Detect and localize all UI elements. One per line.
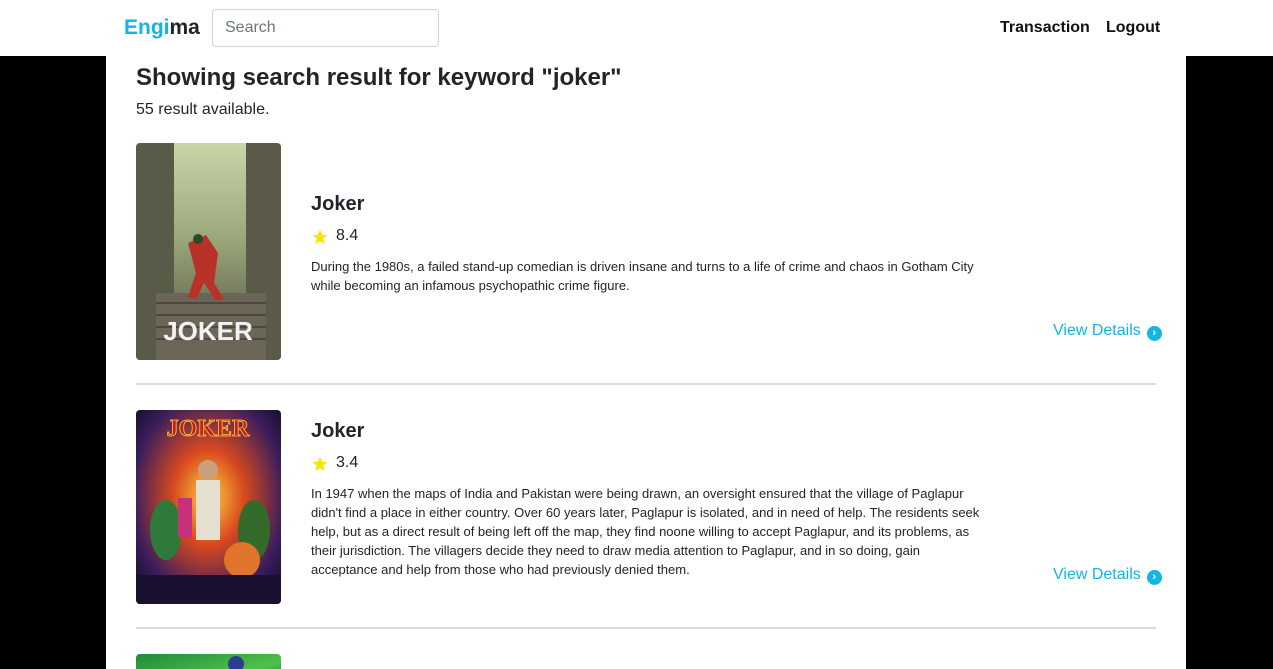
nav-transaction-link[interactable]: Transaction [1000, 18, 1090, 38]
movie-title[interactable]: Joker [311, 192, 364, 216]
rating-value: 3.4 [336, 454, 359, 471]
poster-title-text: JOKER [167, 416, 250, 442]
result-divider [136, 383, 1156, 385]
search-results-panel: Showing search result for keyword "joker… [106, 56, 1186, 669]
star-icon [312, 229, 328, 245]
view-details-label: View Details [1053, 566, 1141, 583]
brand-part-2: ma [169, 16, 200, 39]
rating-value: 8.4 [336, 227, 359, 244]
movie-title[interactable]: Joker [311, 419, 364, 443]
movie-description: In 1947 when the maps of India and Pakis… [311, 486, 980, 577]
search-input[interactable] [212, 9, 439, 47]
view-details-label: View Details [1053, 322, 1141, 339]
brand-logo[interactable]: Engima [124, 16, 200, 40]
nav-logout-link[interactable]: Logout [1106, 18, 1160, 38]
movie-description: During the 1980s, a failed stand-up come… [311, 259, 974, 293]
result-count: 55 result available. [136, 101, 270, 118]
star-icon [312, 456, 328, 472]
result-divider [136, 627, 1156, 629]
chevron-right-circle-icon: › [1146, 326, 1162, 341]
top-navbar: Engima Transaction Logout [0, 0, 1273, 56]
movie-poster[interactable]: JOKER [136, 143, 281, 360]
chevron-right-circle-icon: › [1146, 570, 1162, 585]
view-details-button[interactable]: View Details › [1053, 565, 1162, 585]
view-details-button[interactable]: View Details › [1053, 321, 1162, 341]
movie-poster[interactable] [136, 654, 281, 669]
poster-title-text: JOKER [163, 316, 253, 346]
movie-poster[interactable]: JOKER [136, 410, 281, 604]
brand-part-1: Engi [124, 16, 170, 39]
page-title: Showing search result for keyword "joker… [136, 64, 622, 91]
